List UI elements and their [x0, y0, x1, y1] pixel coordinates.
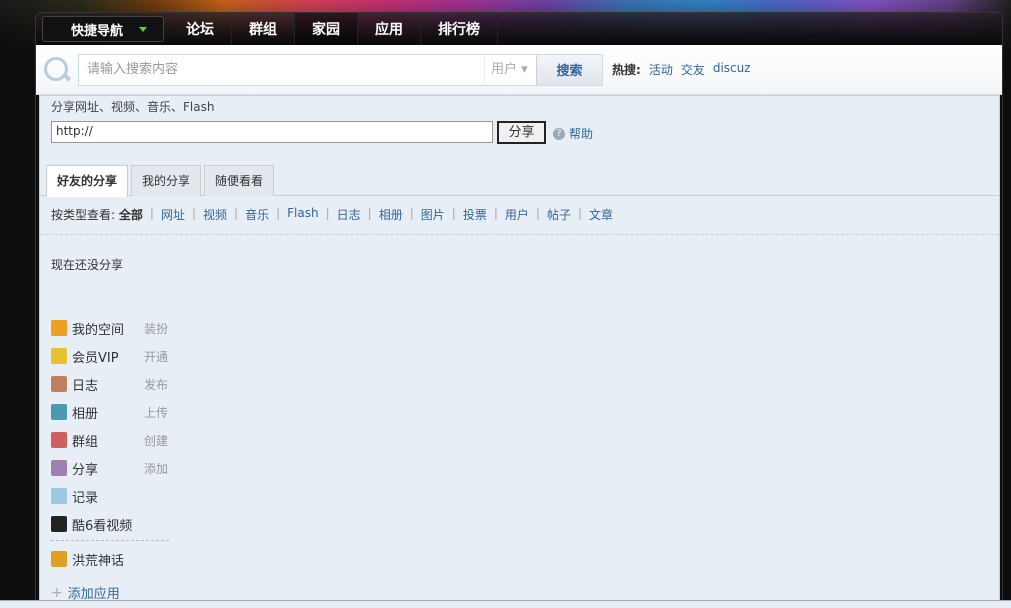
separator: | [451, 206, 456, 220]
nav-home[interactable]: 家园 [295, 13, 358, 45]
dropdown-arrow-icon [139, 26, 147, 32]
app-list: 我的空间 装扮会员VIP 开通日志 发布相册 上传群组 创建分享 添加记录酷6看视频 洪荒神… [51, 314, 171, 602]
share-label: 分享网址、视频、音乐、Flash [51, 100, 215, 114]
tab-browse[interactable]: 随便看看 [204, 165, 274, 196]
top-nav: 快捷导航 论坛 群组 家园 应用 排行榜 [36, 13, 1002, 45]
ku6-video-icon [51, 516, 67, 532]
app-name: 记录 [72, 490, 99, 506]
app-name: 群组 [72, 434, 99, 450]
quick-nav-button[interactable]: 快捷导航 [42, 16, 164, 42]
share-button[interactable]: 分享 [497, 121, 546, 144]
filter-type-link[interactable]: 投票 [463, 206, 487, 223]
app-item[interactable]: 群组 创建 [51, 426, 171, 454]
star-icon [51, 460, 67, 476]
app-item[interactable]: 会员VIP 开通 [51, 342, 171, 370]
help-label: 帮助 [569, 127, 594, 141]
filter-type-link[interactable]: 图片 [421, 206, 445, 223]
divider [51, 540, 169, 541]
hot-link[interactable]: discuz [713, 61, 751, 78]
hot-link[interactable]: 交友 [681, 61, 705, 78]
filter-type-link[interactable]: 帖子 [547, 206, 571, 223]
browser-status-bar [0, 600, 1011, 608]
help-icon: ? [553, 127, 565, 140]
filter-label: 按类型查看: [51, 208, 116, 222]
divider [40, 234, 999, 235]
app-action-link[interactable]: 上传 [144, 404, 168, 421]
separator: | [535, 206, 540, 220]
separator: | [409, 206, 414, 220]
bookmark-icon [51, 320, 67, 336]
tabs: 好友的分享 我的分享 随便看看 [40, 165, 999, 197]
app-action-link[interactable]: 添加 [144, 460, 168, 477]
help-link[interactable]: ? 帮助 [553, 125, 593, 142]
separator: | [367, 206, 372, 220]
filter-type-link[interactable]: 日志 [337, 206, 361, 223]
app-item[interactable]: 记录 [51, 482, 171, 510]
separator: | [276, 206, 281, 220]
page: 快捷导航 论坛 群组 家园 应用 排行榜 请输入搜索内容 用户 ▾ 搜索 热搜:… [35, 12, 1003, 608]
app-name: 我的空间 [72, 322, 125, 338]
photo-album-icon [51, 404, 67, 420]
separator: | [191, 206, 196, 220]
plus-icon: + [51, 584, 63, 601]
app-name: 日志 [72, 378, 99, 394]
hongmang-app-icon [51, 551, 67, 567]
filter-current[interactable]: 全部 [119, 206, 143, 223]
filter-type-link[interactable]: 音乐 [245, 206, 269, 223]
app-action-link[interactable]: 发布 [144, 376, 168, 393]
vip-crown-icon [51, 348, 67, 364]
search-type-select[interactable]: 用户 ▾ [484, 54, 536, 85]
quick-nav-label: 快捷导航 [70, 23, 123, 39]
tab-friends-shares[interactable]: 好友的分享 [46, 165, 128, 197]
share-url-input[interactable]: http:// [51, 121, 493, 143]
type-filter: 按类型查看: 全部 | 网址 | 视频 | 音乐 | Flash | 日志 | 相册 | 图片 | 投票 | 用户… [51, 206, 613, 223]
main-content: 分享网址、视频、音乐、Flash http:// 分享 ? 帮助 好友的分享 我的… [39, 95, 1000, 608]
search-button[interactable]: 搜索 [536, 54, 602, 85]
filter-type-link[interactable]: 视频 [203, 206, 227, 223]
filter-type-link[interactable]: 相册 [379, 206, 403, 223]
hot-link[interactable]: 活动 [649, 61, 673, 78]
hot-search: 热搜: 活动 交友 discuz [612, 61, 751, 78]
app-action-link[interactable]: 创建 [144, 432, 168, 449]
search-bar: 请输入搜索内容 用户 ▾ 搜索 热搜: 活动 交友 discuz [36, 45, 1002, 95]
separator: | [149, 206, 154, 220]
nav-group[interactable]: 群组 [232, 13, 295, 45]
filter-type-link[interactable]: 网址 [161, 206, 185, 223]
app-item[interactable]: 日志 发布 [51, 370, 171, 398]
app-name: 会员VIP [72, 350, 119, 366]
separator: | [234, 206, 239, 220]
nav-forum[interactable]: 论坛 [169, 13, 232, 45]
hot-label: 热搜: [612, 63, 641, 77]
app-item[interactable]: 分享 添加 [51, 454, 171, 482]
app-name: 洪荒神话 [72, 553, 125, 569]
app-item[interactable]: 相册 上传 [51, 398, 171, 426]
tab-my-shares[interactable]: 我的分享 [131, 165, 201, 196]
app-item[interactable]: 我的空间 装扮 [51, 314, 171, 342]
app-name: 酷6看视频 [72, 518, 133, 534]
filter-type-link[interactable]: Flash [287, 206, 318, 223]
app-name: 分享 [72, 462, 99, 478]
app-name: 相册 [72, 406, 99, 422]
separator: | [577, 206, 582, 220]
group-icon [51, 432, 67, 448]
app-action-link[interactable]: 装扮 [144, 320, 168, 337]
filter-type-link[interactable]: 用户 [505, 206, 529, 223]
search-icon [42, 54, 74, 86]
empty-message: 现在还没分享 [51, 258, 124, 272]
nav-apps[interactable]: 应用 [358, 13, 421, 45]
filter-type-link[interactable]: 文章 [589, 206, 613, 223]
nav-ranking[interactable]: 排行榜 [421, 13, 498, 45]
app-item[interactable]: 酷6看视频 [51, 510, 171, 538]
notebook-icon [51, 376, 67, 392]
app-item[interactable]: 洪荒神话 [51, 545, 171, 573]
separator: | [493, 206, 498, 220]
search-type-label: 用户 [491, 61, 518, 77]
app-action-link[interactable]: 开通 [144, 348, 168, 365]
separator: | [325, 206, 330, 220]
chat-bubble-icon [51, 488, 67, 504]
search-input[interactable]: 请输入搜索内容 [79, 55, 484, 85]
